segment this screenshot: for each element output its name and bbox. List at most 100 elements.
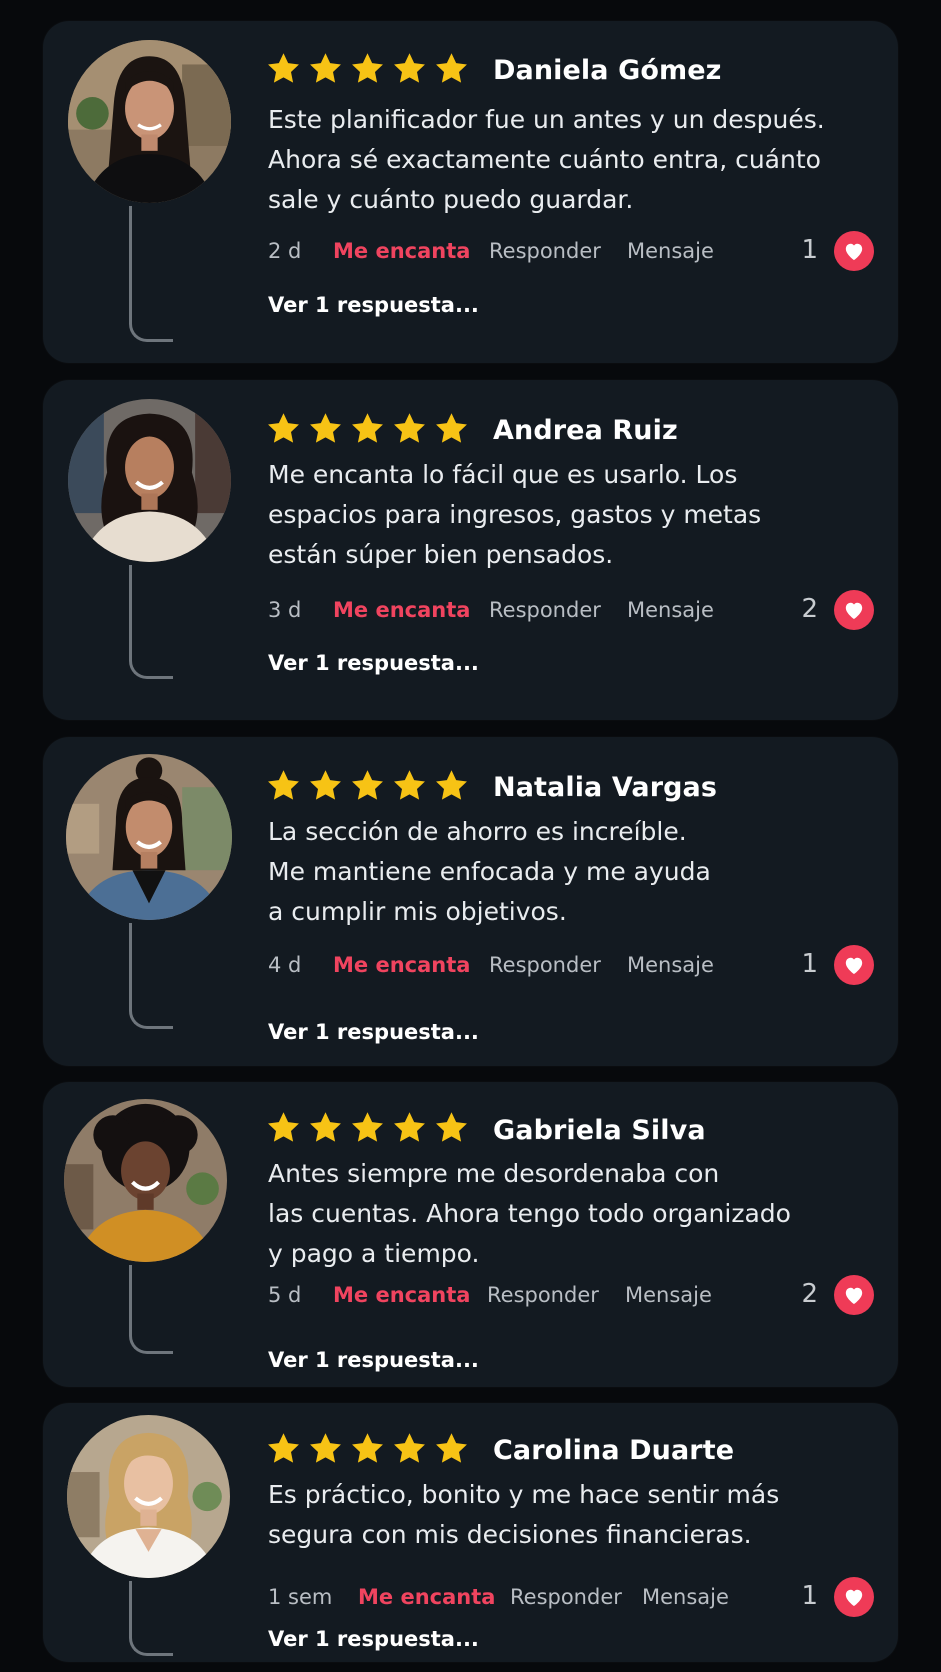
view-replies-link[interactable]: Ver 1 respuesta... <box>268 1627 479 1651</box>
review-actions: 5 d Me encanta Responder Mensaje 2 <box>268 1275 874 1315</box>
heart-reaction-badge[interactable] <box>834 231 874 271</box>
like-count: 2 <box>801 594 818 624</box>
message-button[interactable]: Mensaje <box>627 953 714 977</box>
heart-icon <box>845 602 863 620</box>
star-icon <box>394 770 425 800</box>
star-icon <box>394 53 425 83</box>
message-button[interactable]: Mensaje <box>627 598 714 622</box>
avatar[interactable] <box>64 1099 227 1262</box>
star-icon <box>436 53 467 83</box>
avatar[interactable] <box>68 40 231 203</box>
star-icon <box>310 770 341 800</box>
star-icon <box>394 413 425 443</box>
reviewer-name[interactable]: Andrea Ruiz <box>493 415 678 446</box>
heart-reaction-badge[interactable] <box>834 590 874 630</box>
star-rating <box>265 1110 470 1146</box>
message-button[interactable]: Mensaje <box>627 239 714 263</box>
comment-line: a cumplir mis objetivos. <box>268 897 567 926</box>
timestamp: 4 d <box>268 953 302 977</box>
like-count: 1 <box>801 235 818 265</box>
heart-icon <box>845 1589 863 1607</box>
reply-thread-line <box>129 1581 173 1656</box>
heart-reaction-badge[interactable] <box>834 945 874 985</box>
reply-button[interactable]: Responder <box>489 239 601 263</box>
star-icon <box>268 1433 299 1463</box>
heart-icon <box>845 243 863 261</box>
star-icon <box>310 53 341 83</box>
star-icon <box>394 1112 425 1142</box>
love-reaction-button[interactable]: Me encanta <box>358 1585 495 1609</box>
reply-button[interactable]: Responder <box>489 598 601 622</box>
comment-line: sale y cuánto puedo guardar. <box>268 185 634 214</box>
review-card: Gabriela Silva Antes siempre me desorden… <box>43 1082 898 1387</box>
reply-thread-line <box>129 1265 173 1354</box>
star-icon <box>436 413 467 443</box>
avatar-portrait <box>68 399 231 562</box>
review-card: Andrea Ruiz Me encanta lo fácil que es u… <box>43 380 898 720</box>
star-icon <box>352 1433 383 1463</box>
reviewer-name[interactable]: Carolina Duarte <box>493 1435 734 1466</box>
reply-button[interactable]: Responder <box>510 1585 622 1609</box>
star-icon <box>310 413 341 443</box>
star-rating <box>265 411 470 447</box>
avatar-portrait <box>64 1099 227 1262</box>
avatar[interactable] <box>68 399 231 562</box>
timestamp: 5 d <box>268 1283 302 1307</box>
reviewer-name[interactable]: Natalia Vargas <box>493 772 717 803</box>
timestamp: 2 d <box>268 239 302 263</box>
avatar-portrait <box>66 754 232 920</box>
avatar[interactable] <box>66 754 232 920</box>
view-replies-link[interactable]: Ver 1 respuesta... <box>268 651 479 675</box>
comment-line: espacios para ingresos, gastos y metas <box>268 500 762 529</box>
heart-icon <box>845 1287 863 1305</box>
love-reaction-button[interactable]: Me encanta <box>333 598 470 622</box>
reply-button[interactable]: Responder <box>487 1283 599 1307</box>
star-icon <box>310 1433 341 1463</box>
view-replies-link[interactable]: Ver 1 respuesta... <box>268 1348 479 1372</box>
review-actions: 3 d Me encanta Responder Mensaje 2 <box>268 590 874 630</box>
like-count: 1 <box>801 949 818 979</box>
like-count: 2 <box>801 1279 818 1309</box>
comment-line: están súper bien pensados. <box>268 540 614 569</box>
view-replies-link[interactable]: Ver 1 respuesta... <box>268 293 479 317</box>
reviewer-name[interactable]: Daniela Gómez <box>493 55 721 86</box>
comment-line: y pago a tiempo. <box>268 1239 480 1268</box>
reviewer-name[interactable]: Gabriela Silva <box>493 1115 706 1146</box>
star-rating <box>265 768 470 804</box>
review-card: Carolina Duarte Es práctico, bonito y me… <box>43 1403 898 1662</box>
review-comment: Este planificador fue un antes y un desp… <box>268 100 828 220</box>
star-icon <box>352 1112 383 1142</box>
comment-line: Me mantiene enfocada y me ayuda <box>268 857 711 886</box>
star-icon <box>394 1433 425 1463</box>
reply-thread-line <box>129 565 173 679</box>
timestamp: 1 sem <box>268 1585 333 1609</box>
star-icon <box>436 1433 467 1463</box>
message-button[interactable]: Mensaje <box>642 1585 729 1609</box>
reply-thread-line <box>129 206 173 342</box>
comment-line: La sección de ahorro es increíble. <box>268 817 687 846</box>
message-button[interactable]: Mensaje <box>625 1283 712 1307</box>
review-actions: 2 d Me encanta Responder Mensaje 1 <box>268 231 874 271</box>
star-icon <box>268 1112 299 1142</box>
love-reaction-button[interactable]: Me encanta <box>333 1283 470 1307</box>
heart-reaction-badge[interactable] <box>834 1275 874 1315</box>
star-icon <box>268 413 299 443</box>
star-icon <box>268 53 299 83</box>
avatar[interactable] <box>67 1415 230 1578</box>
review-comment: Me encanta lo fácil que es usarlo. Los e… <box>268 455 828 575</box>
review-actions: 4 d Me encanta Responder Mensaje 1 <box>268 945 874 985</box>
timestamp: 3 d <box>268 598 302 622</box>
avatar-portrait <box>68 40 231 203</box>
reply-thread-line <box>129 923 173 1029</box>
review-actions: 1 sem Me encanta Responder Mensaje 1 <box>268 1577 874 1617</box>
star-rating <box>265 1431 470 1467</box>
love-reaction-button[interactable]: Me encanta <box>333 953 470 977</box>
view-replies-link[interactable]: Ver 1 respuesta... <box>268 1020 479 1044</box>
review-comment: La sección de ahorro es increíble. Me ma… <box>268 812 828 932</box>
heart-reaction-badge[interactable] <box>834 1577 874 1617</box>
star-icon <box>268 770 299 800</box>
like-count: 1 <box>801 1581 818 1611</box>
review-comment: Es práctico, bonito y me hace sentir más… <box>268 1475 828 1555</box>
love-reaction-button[interactable]: Me encanta <box>333 239 470 263</box>
reply-button[interactable]: Responder <box>489 953 601 977</box>
